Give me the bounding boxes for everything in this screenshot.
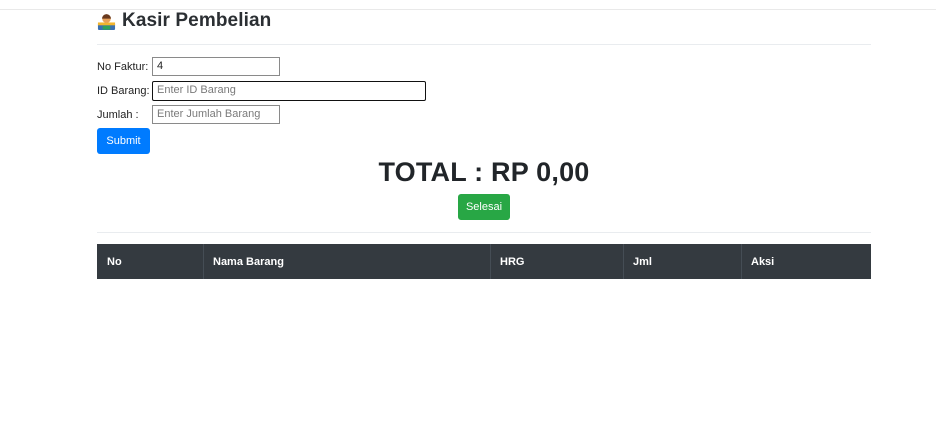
column-header-aksi: Aksi xyxy=(751,255,775,268)
header-divider xyxy=(97,44,871,45)
column-header-nama-barang: Nama Barang xyxy=(213,255,284,268)
faktur-row: No Faktur: 4 xyxy=(97,57,280,76)
column-divider xyxy=(203,244,204,279)
total-amount: TOTAL : RP 0,00 xyxy=(378,157,590,187)
faktur-input[interactable]: 4 xyxy=(152,57,280,76)
column-divider xyxy=(490,244,491,279)
shop-icon xyxy=(97,13,116,30)
column-divider xyxy=(741,244,742,279)
summary-divider xyxy=(97,232,871,233)
faktur-label: No Faktur: xyxy=(97,60,149,73)
jumlah-row: Jumlah : Enter Jumlah Barang xyxy=(97,105,280,124)
page-header: Kasir Pembelian xyxy=(97,10,271,32)
column-divider xyxy=(623,244,624,279)
column-header-no: No xyxy=(107,255,122,268)
jumlah-label: Jumlah : xyxy=(97,108,139,121)
submit-button[interactable]: Submit xyxy=(97,128,150,154)
barang-input[interactable]: Enter ID Barang xyxy=(152,81,426,101)
barang-row: ID Barang: Enter ID Barang xyxy=(97,81,426,101)
page-title: Kasir Pembelian xyxy=(122,10,272,31)
barang-label: ID Barang: xyxy=(97,85,150,97)
column-header-jml: Jml xyxy=(633,255,652,268)
jumlah-input[interactable]: Enter Jumlah Barang xyxy=(152,105,280,124)
column-header-hrg: HRG xyxy=(500,255,525,268)
table-header: No Nama Barang HRG Jml Aksi xyxy=(97,244,871,279)
selesai-button[interactable]: Selesai xyxy=(458,194,510,220)
